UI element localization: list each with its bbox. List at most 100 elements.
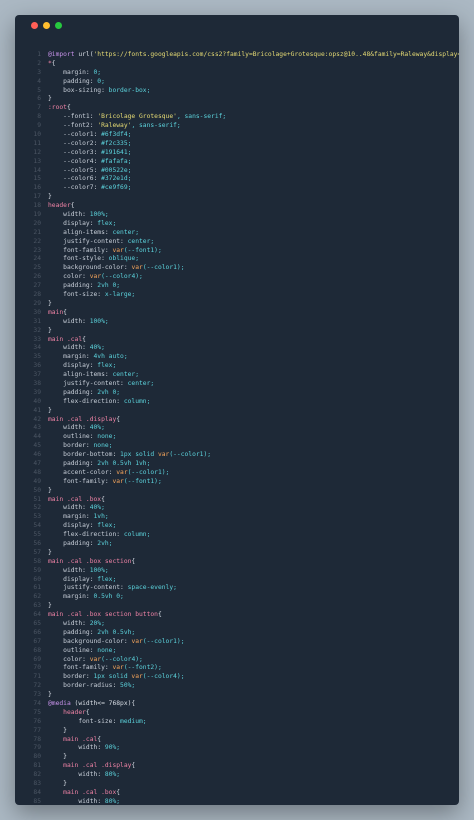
- code-line: 83 }: [15, 780, 459, 789]
- code-text[interactable]: accent-color: var(--color1);: [48, 469, 169, 476]
- code-text[interactable]: }: [48, 327, 52, 334]
- code-text[interactable]: margin: 0.5vh 0;: [48, 593, 124, 600]
- code-text[interactable]: display: flex;: [48, 576, 116, 583]
- code-text[interactable]: --font2: 'Raleway', sans-serif;: [48, 122, 181, 129]
- code-text[interactable]: font-size: medium;: [48, 718, 146, 725]
- code-text[interactable]: }: [48, 691, 52, 698]
- code-line: 28 font-size: x-large;: [15, 291, 459, 300]
- code-line: 66 padding: 2vh 0.5vh;: [15, 629, 459, 638]
- code-text[interactable]: border: 1px solid var(--color4);: [48, 673, 184, 680]
- code-text[interactable]: --color2: #f2c335;: [48, 140, 131, 147]
- code-text[interactable]: --color5: #00522e;: [48, 167, 131, 174]
- code-text[interactable]: main .cal{: [48, 736, 101, 743]
- code-text[interactable]: }: [48, 487, 52, 494]
- code-text[interactable]: display: flex;: [48, 220, 116, 227]
- line-number: 37: [33, 371, 41, 379]
- code-text[interactable]: width: 40%;: [48, 504, 105, 511]
- code-text[interactable]: align-items: center;: [48, 371, 139, 378]
- code-text[interactable]: justify-content: space-evenly;: [48, 584, 177, 591]
- code-text[interactable]: padding: 0;: [48, 78, 105, 85]
- code-line: 64 main .cal .box section button{: [15, 611, 459, 620]
- code-text[interactable]: }: [48, 780, 67, 787]
- code-text[interactable]: --color3: #191641;: [48, 149, 131, 156]
- code-text[interactable]: display: flex;: [48, 362, 116, 369]
- code-text[interactable]: --color4: #fafafa;: [48, 158, 131, 165]
- code-text[interactable]: width: 100%;: [48, 567, 109, 574]
- code-text[interactable]: }: [48, 95, 52, 102]
- code-text[interactable]: :root{: [48, 104, 71, 111]
- code-text[interactable]: width: 20%;: [48, 620, 105, 627]
- code-text[interactable]: margin: 4vh auto;: [48, 353, 127, 360]
- code-text[interactable]: width: 80%;: [48, 798, 120, 805]
- code-text[interactable]: padding: 2vh 0.5vh;: [48, 629, 135, 636]
- code-text[interactable]: width: 40%;: [48, 424, 105, 431]
- code-text[interactable]: border-radius: 50%;: [48, 682, 135, 689]
- code-text[interactable]: border: none;: [48, 442, 112, 449]
- line-number: 40: [33, 397, 41, 405]
- code-text[interactable]: padding: 2vh 0.5vh 1vh;: [48, 460, 150, 467]
- code-text[interactable]: }: [48, 602, 52, 609]
- code-text[interactable]: @import url('https://fonts.googleapis.co…: [48, 51, 459, 58]
- code-text[interactable]: font-family: var(--font1);: [48, 478, 162, 485]
- code-text[interactable]: outline: none;: [48, 647, 116, 654]
- code-text[interactable]: font-family: var(--font1);: [48, 247, 162, 254]
- code-text[interactable]: margin: 0;: [48, 69, 101, 76]
- code-text[interactable]: @media (width<= 768px){: [48, 700, 135, 707]
- code-text[interactable]: margin: 1vh;: [48, 513, 109, 520]
- code-text[interactable]: main .cal .box section{: [48, 558, 135, 565]
- minimize-dot-icon[interactable]: [43, 22, 50, 29]
- code-text[interactable]: font-size: x-large;: [48, 291, 135, 298]
- code-line: 67 background-color: var(--color1);: [15, 638, 459, 647]
- code-text[interactable]: color: var(--color4);: [48, 656, 143, 663]
- code-text[interactable]: font-family: var(--font2);: [48, 664, 162, 671]
- code-text[interactable]: outline: none;: [48, 433, 116, 440]
- code-text[interactable]: align-items: center;: [48, 229, 139, 236]
- code-text[interactable]: }: [48, 407, 52, 414]
- code-text[interactable]: }: [48, 753, 67, 760]
- code-text[interactable]: main .cal .box{: [48, 496, 105, 503]
- code-text[interactable]: justify-content: center;: [48, 238, 154, 245]
- code-text[interactable]: font-style: oblique;: [48, 255, 139, 262]
- code-text[interactable]: border-bottom: 1px solid var(--color1);: [48, 451, 211, 458]
- code-text[interactable]: padding: 2vh 0;: [48, 389, 120, 396]
- code-text[interactable]: color: var(--color4);: [48, 273, 143, 280]
- code-text[interactable]: padding: 2vh 0;: [48, 282, 120, 289]
- code-text[interactable]: main{: [48, 309, 67, 316]
- code-text[interactable]: main .cal{: [48, 336, 86, 343]
- code-text[interactable]: }: [48, 549, 52, 556]
- code-text[interactable]: background-color: var(--color1);: [48, 638, 184, 645]
- close-dot-icon[interactable]: [31, 22, 38, 29]
- code-text[interactable]: padding: 2vh;: [48, 540, 112, 547]
- code-text[interactable]: background-color: var(--color1);: [48, 264, 184, 271]
- code-text[interactable]: width: 90%;: [48, 744, 120, 751]
- code-text[interactable]: main .cal .display{: [48, 416, 120, 423]
- code-text[interactable]: header{: [48, 202, 75, 209]
- code-text[interactable]: }: [48, 300, 52, 307]
- code-text[interactable]: --color6: #372e1d;: [48, 175, 131, 182]
- line-number: 45: [33, 442, 41, 450]
- code-text[interactable]: header{: [48, 709, 90, 716]
- code-text[interactable]: width: 100%;: [48, 211, 109, 218]
- code-text[interactable]: }: [48, 193, 52, 200]
- code-text[interactable]: flex-direction: column;: [48, 531, 150, 538]
- code-text[interactable]: main .cal .display{: [48, 762, 135, 769]
- line-number: 13: [33, 157, 41, 165]
- code-text[interactable]: main .cal .box section button{: [48, 611, 162, 618]
- code-text[interactable]: main .cal .box{: [48, 789, 120, 796]
- code-text[interactable]: box-sizing: border-box;: [48, 87, 150, 94]
- code-line: 4 padding: 0;: [15, 78, 459, 87]
- code-text[interactable]: --color1: #6f3df4;: [48, 131, 131, 138]
- code-text[interactable]: flex-direction: column;: [48, 398, 150, 405]
- code-text[interactable]: display: flex;: [48, 522, 116, 529]
- code-text[interactable]: width: 40%;: [48, 344, 105, 351]
- code-line: 58 main .cal .box section{: [15, 558, 459, 567]
- code-text[interactable]: --color7: #ce9f69;: [48, 184, 131, 191]
- code-text[interactable]: width: 80%;: [48, 771, 120, 778]
- code-text[interactable]: }: [48, 727, 67, 734]
- code-text[interactable]: width: 100%;: [48, 318, 109, 325]
- code-line: 23 font-family: var(--font1);: [15, 247, 459, 256]
- code-text[interactable]: --font1: 'Bricolage Grotesque', sans-ser…: [48, 113, 226, 120]
- code-text[interactable]: *{: [48, 60, 56, 67]
- code-text[interactable]: justify-content: center;: [48, 380, 154, 387]
- zoom-dot-icon[interactable]: [55, 22, 62, 29]
